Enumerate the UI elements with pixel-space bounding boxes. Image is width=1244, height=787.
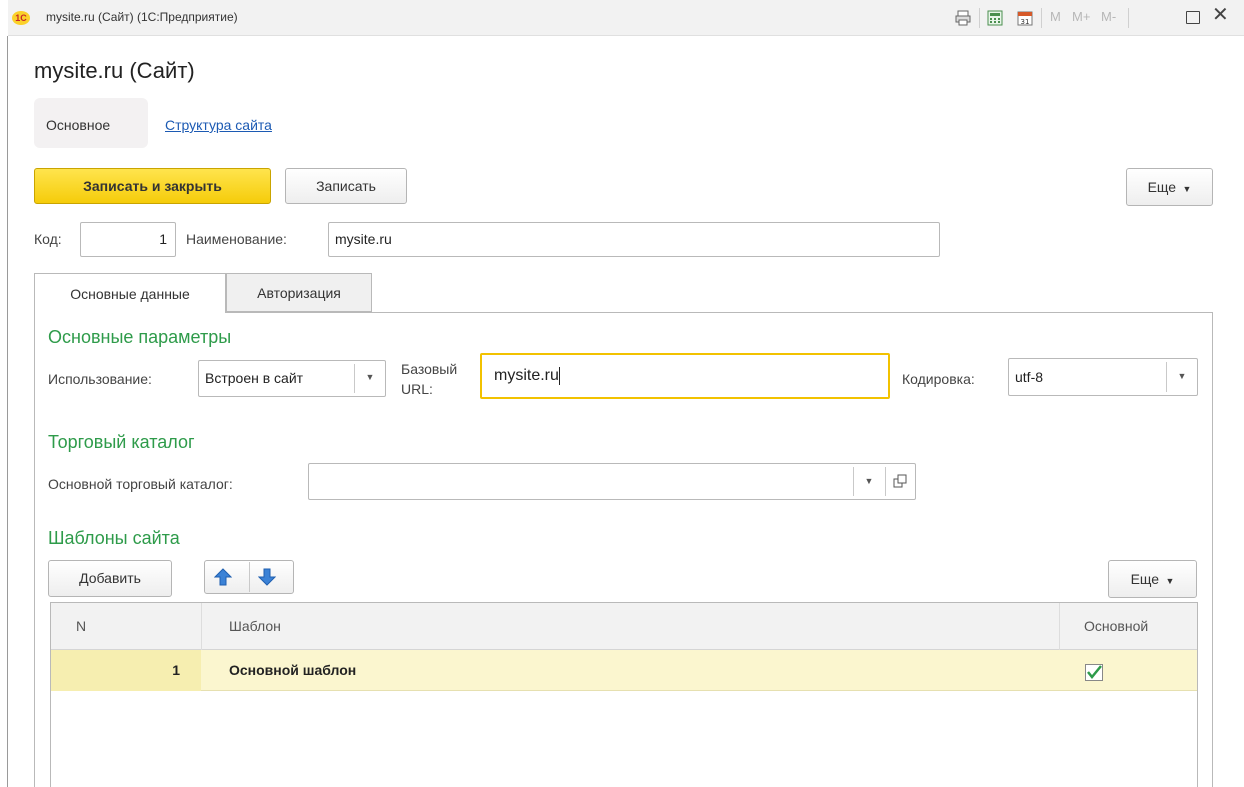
- chevron-down-icon[interactable]: ▼: [1168, 371, 1196, 381]
- more-button-label: Еще: [1147, 179, 1177, 195]
- chevron-down-icon: ▼: [1162, 576, 1175, 586]
- check-icon: [1087, 665, 1102, 679]
- select-separator: [1166, 362, 1167, 392]
- chevron-down-icon: ▼: [1179, 184, 1192, 194]
- code-label: Код:: [34, 231, 62, 247]
- row-main-checkbox[interactable]: [1085, 664, 1103, 681]
- tab-authorization[interactable]: Авторизация: [226, 273, 372, 312]
- button-group-separator: [249, 562, 250, 592]
- save-and-close-button[interactable]: Записать и закрыть: [34, 168, 271, 204]
- encoding-label: Кодировка:: [902, 371, 975, 387]
- row-template-name: Основной шаблон: [229, 662, 357, 678]
- chevron-down-icon[interactable]: ▼: [855, 476, 883, 486]
- section-title-catalog: Торговый каталог: [48, 432, 195, 452]
- section-title-main-params: Основные параметры: [48, 327, 232, 347]
- calculator-icon[interactable]: [987, 10, 1003, 26]
- more-button[interactable]: Еще ▼: [1126, 168, 1213, 206]
- app-logo-icon: 1С: [12, 11, 30, 25]
- usage-select-value: Встроен в сайт: [205, 370, 304, 386]
- toolbar-separator: [979, 8, 980, 28]
- open-icon[interactable]: [893, 474, 907, 491]
- page-title: mysite.ru (Сайт): [34, 58, 195, 83]
- memory-m-button[interactable]: M: [1050, 9, 1061, 25]
- code-field[interactable]: 1: [80, 222, 176, 257]
- name-label: Наименование:: [186, 231, 287, 247]
- window-title: mysite.ru (Сайт) (1С:Предприятие): [46, 10, 238, 24]
- row-number: 1: [172, 662, 180, 678]
- templates-more-label: Еще: [1130, 571, 1160, 587]
- base-url-input-value: mysite.ru: [494, 367, 559, 384]
- name-field[interactable]: mysite.ru: [328, 222, 940, 257]
- usage-label: Использование:: [48, 371, 152, 387]
- memory-mplus-button[interactable]: M+: [1072, 9, 1090, 25]
- calendar-icon[interactable]: 31: [1017, 10, 1033, 26]
- save-button[interactable]: Записать: [285, 168, 407, 204]
- window-left-border: [7, 36, 8, 787]
- base-url-input[interactable]: mysite.ru: [480, 353, 890, 399]
- arrow-down-icon[interactable]: [257, 568, 277, 589]
- main-catalog-select[interactable]: [308, 463, 916, 500]
- nav-item-main-label: Основное: [46, 117, 111, 133]
- svg-text:31: 31: [1021, 18, 1030, 26]
- memory-mminus-button[interactable]: M-: [1101, 9, 1116, 25]
- add-button[interactable]: Добавить: [48, 560, 172, 597]
- chevron-down-icon[interactable]: ▼: [356, 372, 384, 382]
- column-header-main[interactable]: Основной: [1084, 618, 1148, 634]
- nav-link-site-structure[interactable]: Структура сайта: [165, 117, 272, 133]
- select-separator: [354, 364, 355, 393]
- close-icon[interactable]: ✕: [1212, 5, 1229, 25]
- base-url-label: Базовый: [401, 361, 458, 377]
- toolbar-separator: [1128, 8, 1129, 28]
- maximize-icon[interactable]: [1186, 11, 1200, 27]
- column-header-template[interactable]: Шаблон: [229, 618, 281, 634]
- section-title-templates: Шаблоны сайта: [48, 528, 180, 548]
- tab-main-data[interactable]: Основные данные: [34, 273, 226, 313]
- toolbar-separator: [1041, 8, 1042, 28]
- main-catalog-label: Основной торговый каталог:: [48, 476, 233, 492]
- table-header: [51, 603, 1197, 650]
- base-url-label-2: URL:: [401, 381, 433, 397]
- table-row[interactable]: [51, 650, 1197, 691]
- select-separator: [885, 467, 886, 496]
- select-separator: [853, 467, 854, 496]
- templates-more-button[interactable]: Еще ▼: [1108, 560, 1197, 598]
- arrow-up-icon[interactable]: [213, 568, 233, 589]
- text-cursor: [558, 366, 560, 385]
- column-header-n[interactable]: N: [76, 618, 86, 634]
- print-icon[interactable]: [955, 10, 971, 26]
- encoding-select-value: utf-8: [1015, 369, 1044, 385]
